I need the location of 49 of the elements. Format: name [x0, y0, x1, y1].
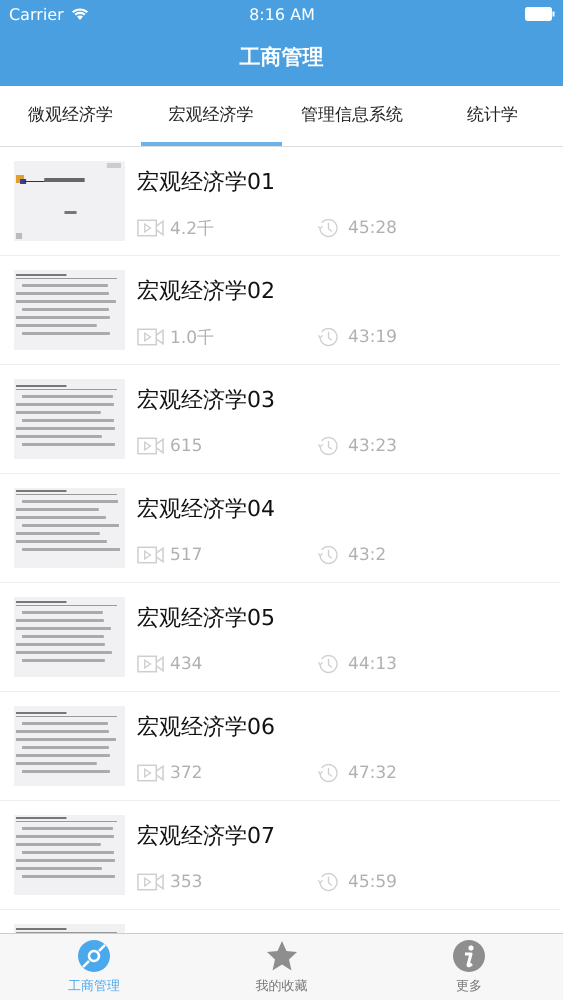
view-count: 615: [170, 436, 202, 456]
lesson-title: 宏观经济学03: [137, 387, 276, 415]
lesson-title: 宏观经济学06: [137, 714, 276, 742]
carrier-name: Carrier: [9, 4, 64, 24]
nav-title: 工商管理: [240, 44, 324, 71]
video-icon: [137, 326, 164, 348]
category-tab[interactable]: 管理信息系统: [282, 86, 422, 146]
duration: 45:28: [348, 218, 397, 238]
tab-bar-item[interactable]: 我的收藏: [188, 934, 376, 1000]
video-icon: [137, 544, 164, 566]
video-icon: [137, 871, 164, 893]
lesson-title: 宏观经济学01: [137, 168, 276, 196]
clock-time: 8:16 AM: [249, 4, 315, 24]
duration: 43:2: [348, 545, 386, 565]
wifi-icon: [70, 7, 90, 21]
battery-icon: [524, 7, 555, 21]
lesson-row[interactable]: 宏观经济学06 372 47:32: [0, 692, 560, 801]
video-icon: [137, 653, 164, 675]
view-count: 353: [170, 872, 202, 892]
duration: 44:13: [348, 654, 397, 674]
video-icon: [137, 217, 164, 239]
disc-icon: [76, 939, 111, 973]
lesson-row[interactable]: 宏观经济学04 517 43:2: [0, 474, 560, 583]
tab-bar-item[interactable]: 更多: [375, 934, 563, 1000]
lesson-row[interactable]: 宏观经济学07 353 45:59: [0, 801, 560, 910]
view-count: 517: [170, 545, 202, 565]
lesson-title: 宏观经济学07: [137, 823, 276, 851]
lesson-title: 宏观经济学05: [137, 605, 276, 633]
lesson-row[interactable]: 宏观经济学02 1.0千 43:19: [0, 256, 560, 365]
category-tab[interactable]: 微观经济学: [0, 86, 141, 146]
lesson-row[interactable]: 宏观经济学05 434 44:13: [0, 583, 560, 692]
star-icon: [264, 939, 298, 973]
duration: 43:19: [348, 327, 397, 347]
view-count: 372: [170, 763, 202, 783]
duration: 43:23: [348, 436, 397, 456]
video-icon: [137, 435, 164, 457]
lesson-title: 宏观经济学04: [137, 496, 276, 524]
category-tab[interactable]: 宏观经济学: [140, 86, 282, 146]
lesson-row[interactable]: 宏观经济学03 615 43:23: [0, 365, 560, 474]
video-icon: [137, 762, 164, 784]
view-count: 4.2千: [170, 218, 214, 240]
view-count: 434: [170, 654, 202, 674]
duration: 47:32: [348, 763, 397, 783]
lesson-row[interactable]: 宏观经济学01 4.2千 45:28: [0, 147, 560, 256]
info-icon: [452, 939, 486, 973]
category-tab[interactable]: 统计学: [422, 86, 563, 146]
view-count: 1.0千: [170, 326, 214, 348]
lesson-title: 宏观经济学02: [137, 278, 276, 306]
duration: 45:59: [348, 872, 397, 892]
